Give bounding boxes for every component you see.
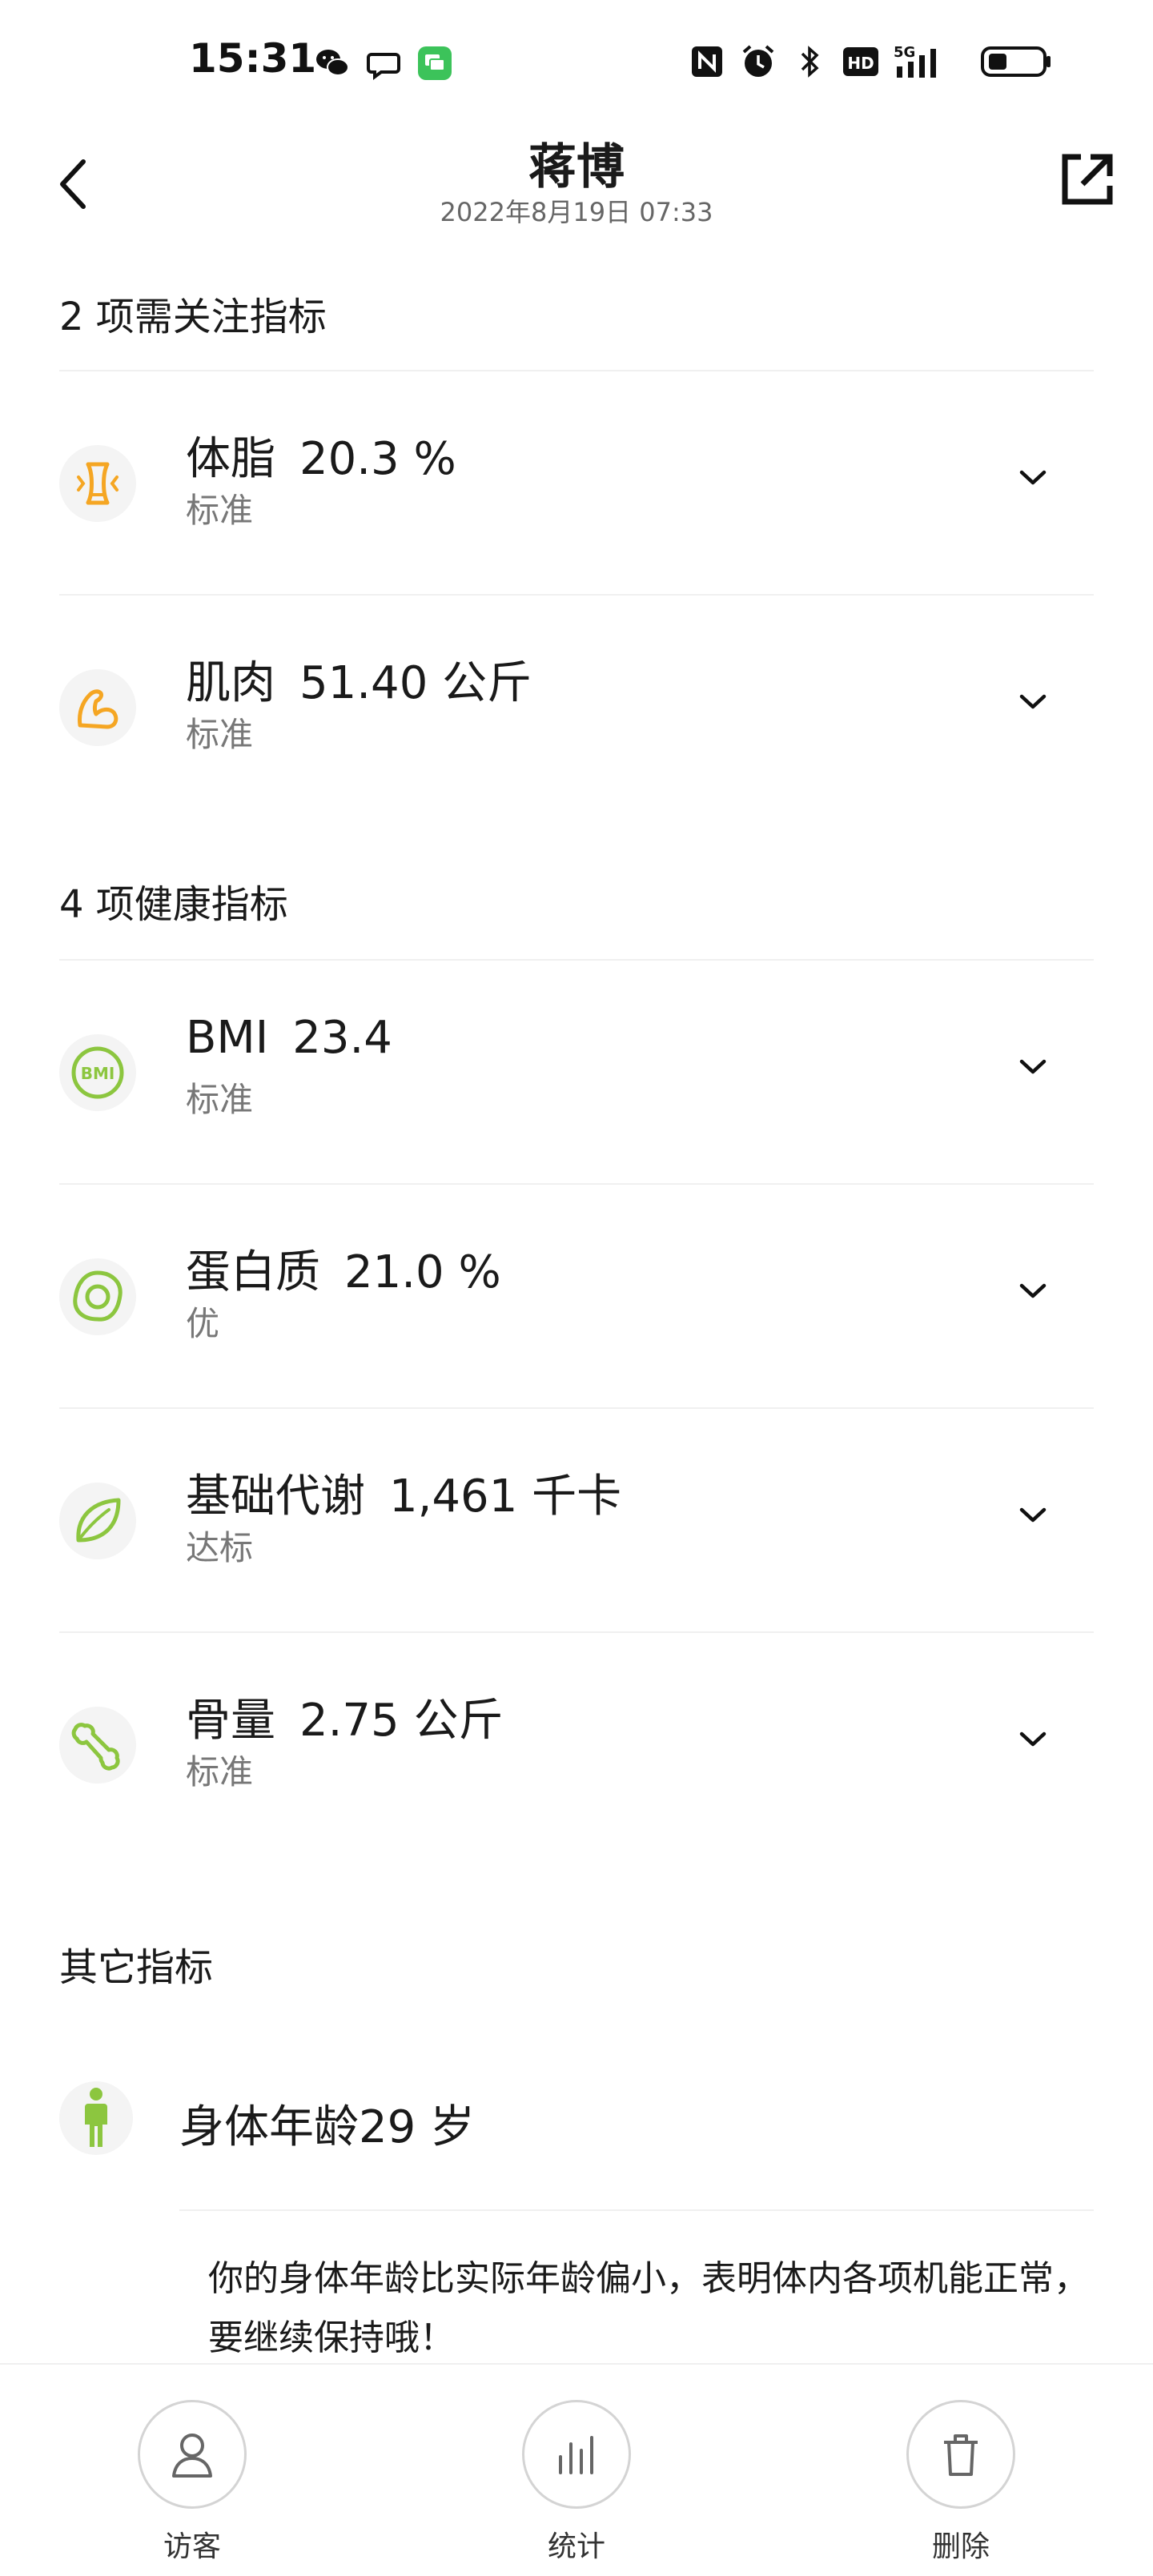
share-external-icon: [1062, 154, 1113, 205]
healthy-section-title: 4 项健康指标: [59, 882, 288, 927]
body-age-description: 你的身体年龄比实际年龄偏小，表明体内各项机能正常，要继续保持哦！: [208, 2258, 1089, 2358]
header: 蒋博 2022年8月19日 07:33: [0, 128, 1153, 248]
bluetooth-icon: [791, 43, 828, 80]
metric-label: 蛋白质 21.0 %: [186, 1236, 501, 1301]
metric-row-protein[interactable]: 蛋白质 21.0 % 优: [0, 1183, 1153, 1407]
stats-circle[interactable]: [522, 2400, 631, 2509]
nfc-icon: [689, 43, 725, 80]
leaf-icon: [59, 1483, 136, 1559]
metric-status: 标准: [186, 491, 254, 530]
metric-name: 体脂: [186, 433, 275, 485]
trash-icon: [944, 2434, 978, 2476]
metric-name: 蛋白质: [186, 1246, 320, 1298]
page-subtitle-datetime: 2022年8月19日 07:33: [440, 197, 713, 227]
metric-row-metabolism[interactable]: 基础代谢 1,461 千卡 达标: [0, 1407, 1153, 1631]
status-time: 15:31: [189, 35, 317, 82]
metric-value: 2.75 公斤: [299, 1695, 504, 1747]
chevron-down-icon[interactable]: [1014, 458, 1052, 496]
system-icons: HD 5G: [689, 43, 1073, 80]
metric-row-bmi[interactable]: BMI BMI 23.4 标准: [0, 959, 1153, 1183]
other-section-title: 其它指标: [59, 1945, 214, 1990]
notification-icons: [314, 45, 453, 82]
visitor-label: 访客: [163, 2530, 221, 2563]
stats-label: 统计: [547, 2530, 605, 2563]
visitor-circle[interactable]: [138, 2400, 247, 2509]
alarm-icon: [740, 43, 777, 80]
metric-name: 肌肉: [186, 657, 275, 709]
metric-value: 51.40 公斤: [299, 657, 532, 709]
stats-button[interactable]: 统计: [496, 2400, 657, 2565]
body-age-label: 身体年龄29 岁: [179, 2101, 476, 2153]
bar-chart-icon: [559, 2436, 593, 2474]
message-bubble-icon: [365, 45, 402, 82]
attention-section-title: 2 项需关注指标: [59, 295, 327, 339]
metric-status: 标准: [186, 715, 254, 754]
chevron-down-icon[interactable]: [1014, 1047, 1052, 1085]
chevron-down-icon[interactable]: [1014, 1719, 1052, 1758]
delete-button[interactable]: 删除: [881, 2400, 1041, 2565]
person-icon: [59, 2081, 133, 2155]
battery-icon: [959, 44, 1073, 79]
signal-5g-icon: 5G: [894, 43, 945, 80]
metric-row-bone-mass[interactable]: 骨量 2.75 公斤 标准: [0, 1631, 1153, 1856]
body-age-row: 身体年龄29 岁: [0, 2049, 1153, 2177]
metric-row-muscle[interactable]: 肌肉 51.40 公斤 标准: [0, 594, 1153, 818]
metric-name: 基础代谢: [186, 1471, 365, 1523]
metric-label: 基础代谢 1,461 千卡: [186, 1460, 621, 1525]
waist-icon: [59, 445, 136, 522]
status-bar: 15:31 HD 5G: [0, 0, 1153, 128]
metric-name: 骨量: [186, 1695, 275, 1747]
metric-status: 标准: [186, 1080, 254, 1119]
delete-circle[interactable]: [906, 2400, 1015, 2509]
hd-text: HD: [847, 54, 874, 73]
delete-label: 删除: [931, 2530, 990, 2563]
bmi-icon-text: BMI: [81, 1064, 115, 1083]
hd-icon: HD: [842, 43, 879, 80]
divider: [179, 2209, 1094, 2211]
metric-row-body-fat[interactable]: 体脂 20.3 % 标准: [0, 370, 1153, 594]
metric-label: 骨量 2.75 公斤: [186, 1684, 504, 1749]
chevron-down-icon[interactable]: [1014, 682, 1052, 720]
metric-status: 标准: [186, 1752, 254, 1792]
user-icon: [172, 2434, 212, 2478]
metric-value: 1,461 千卡: [389, 1471, 622, 1523]
chevron-down-icon[interactable]: [1014, 1495, 1052, 1534]
flexed-arm-icon: [59, 669, 136, 746]
metric-label: BMI 23.4: [186, 1012, 392, 1064]
bottom-action-bar: 访客 统计 删除: [0, 2363, 1153, 2576]
egg-icon: [59, 1258, 136, 1335]
wechat-icon: [314, 45, 351, 82]
chevron-down-icon[interactable]: [1014, 1271, 1052, 1310]
metric-name: BMI: [186, 1012, 269, 1064]
page-title: 蒋博: [528, 139, 625, 195]
network-type-text: 5G: [894, 44, 915, 61]
metric-label: 肌肉 51.40 公斤: [186, 647, 532, 712]
share-button[interactable]: [1046, 139, 1126, 219]
metric-label: 体脂 20.3 %: [186, 423, 456, 488]
metric-status: 达标: [186, 1528, 254, 1567]
green-chat-app-icon: [416, 45, 453, 82]
metric-value: 21.0 %: [344, 1246, 501, 1298]
metric-status: 优: [186, 1304, 220, 1343]
visitor-button[interactable]: 访客: [112, 2400, 272, 2565]
metric-value: 23.4: [292, 1012, 392, 1064]
bone-icon: [59, 1707, 136, 1784]
metric-value: 20.3 %: [299, 433, 456, 485]
bmi-icon: BMI: [59, 1034, 136, 1111]
